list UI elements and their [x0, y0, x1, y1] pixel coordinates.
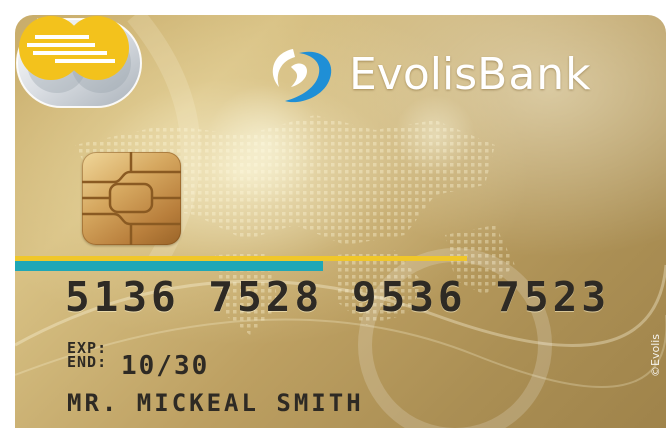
evolis-logo-icon: [272, 49, 332, 103]
card-viewer: EvolisBank 5136 7528 9536 7523 EXP: END:…: [0, 0, 666, 428]
emv-chip-icon: [82, 152, 181, 245]
bank-name: EvolisBank: [349, 45, 592, 105]
expiry-label: EXP: END:: [67, 339, 108, 371]
cardholder-name: MR. MICKEAL SMITH: [67, 389, 364, 417]
expiry-date: 10/30: [121, 351, 210, 381]
bank-name-part1: Evolis: [349, 49, 478, 100]
accent-stripe-blue: [15, 261, 323, 271]
mastercard-style-icon: [19, 16, 129, 80]
copyright-watermark: ©Evolis: [649, 333, 662, 377]
card-number: 5136 7528 9536 7523: [65, 273, 610, 321]
bank-logo: EvolisBank: [263, 43, 663, 113]
bank-name-part2: Bank: [477, 49, 592, 100]
credit-card: EvolisBank 5136 7528 9536 7523 EXP: END:…: [15, 15, 666, 428]
